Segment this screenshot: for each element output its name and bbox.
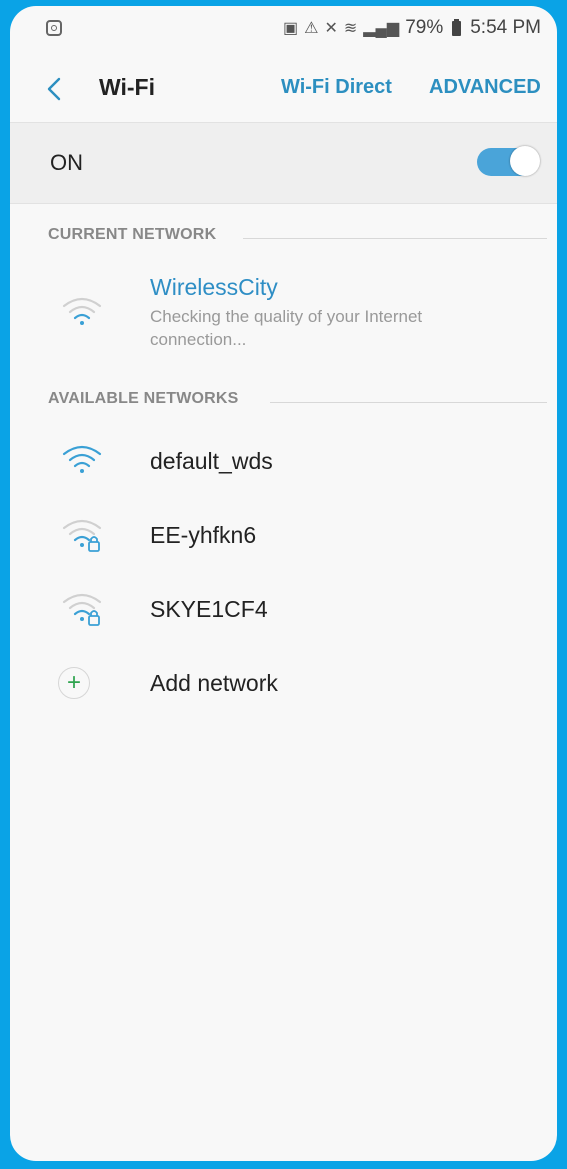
- advanced-button[interactable]: ADVANCED: [429, 76, 541, 99]
- wifi-state-label: ON: [50, 150, 83, 175]
- network-name: EE-yhfkn6: [150, 522, 257, 548]
- current-network-header: CURRENT NETWORK: [48, 226, 557, 252]
- plus-icon: +: [58, 667, 90, 699]
- network-item-default-wds[interactable]: default_wds: [10, 426, 557, 496]
- network-item-ee-yhfkn6[interactable]: EE-yhfkn6: [10, 500, 557, 570]
- network-name: default_wds: [150, 448, 273, 474]
- wifi-calling-icon: ≋: [343, 20, 358, 37]
- section-divider: [270, 402, 547, 403]
- status-time: 5:54 PM: [470, 17, 541, 38]
- toggle-knob: [510, 146, 540, 176]
- network-item-skye1cf4[interactable]: SKYE1CF4: [10, 574, 557, 644]
- current-network-item[interactable]: WirelessCity Checking the quality of you…: [10, 268, 557, 368]
- app-header: Wi-Fi Wi-Fi Direct ADVANCED: [10, 58, 557, 120]
- wifi-toggle-switch[interactable]: [477, 146, 540, 176]
- section-divider: [243, 238, 547, 239]
- battery-percent: 79%: [405, 17, 444, 38]
- battery-icon: [452, 18, 462, 36]
- phone-screen: ▣ ⚠ ✕ ≋ ▂▄▆ 79% 5:54 PM Wi-Fi Wi-Fi Dire…: [10, 6, 557, 1161]
- sim-icon: ▣: [282, 20, 299, 37]
- wifi-icon: [62, 445, 102, 473]
- network-name: SKYE1CF4: [150, 596, 268, 622]
- current-network-label: CURRENT NETWORK: [48, 226, 217, 243]
- wifi-locked-icon: [62, 593, 102, 626]
- available-networks-label: AVAILABLE NETWORKS: [48, 390, 239, 407]
- status-bar: ▣ ⚠ ✕ ≋ ▂▄▆ 79% 5:54 PM: [10, 6, 557, 52]
- add-network-item[interactable]: + Add network: [10, 648, 557, 718]
- add-network-label: Add network: [150, 670, 278, 696]
- wifi-toggle-row[interactable]: ON: [10, 122, 557, 204]
- current-network-name: WirelessCity: [150, 274, 278, 300]
- signal-icon: ▂▄▆: [363, 20, 400, 37]
- mute-icon: ✕: [324, 20, 338, 37]
- current-network-status: Checking the quality of your Internet co…: [150, 307, 423, 349]
- wifi-icon: [62, 297, 102, 325]
- data-saver-icon: ⚠: [304, 20, 319, 37]
- wifi-locked-icon: [62, 519, 102, 552]
- wifi-direct-button[interactable]: Wi-Fi Direct: [281, 76, 392, 99]
- back-arrow-icon[interactable]: [42, 76, 68, 102]
- available-networks-header: AVAILABLE NETWORKS: [48, 390, 557, 416]
- instagram-icon: [46, 20, 62, 36]
- status-icons: ▣ ⚠ ✕ ≋ ▂▄▆ 79% 5:54 PM: [283, 17, 541, 39]
- page-title: Wi-Fi: [99, 74, 155, 100]
